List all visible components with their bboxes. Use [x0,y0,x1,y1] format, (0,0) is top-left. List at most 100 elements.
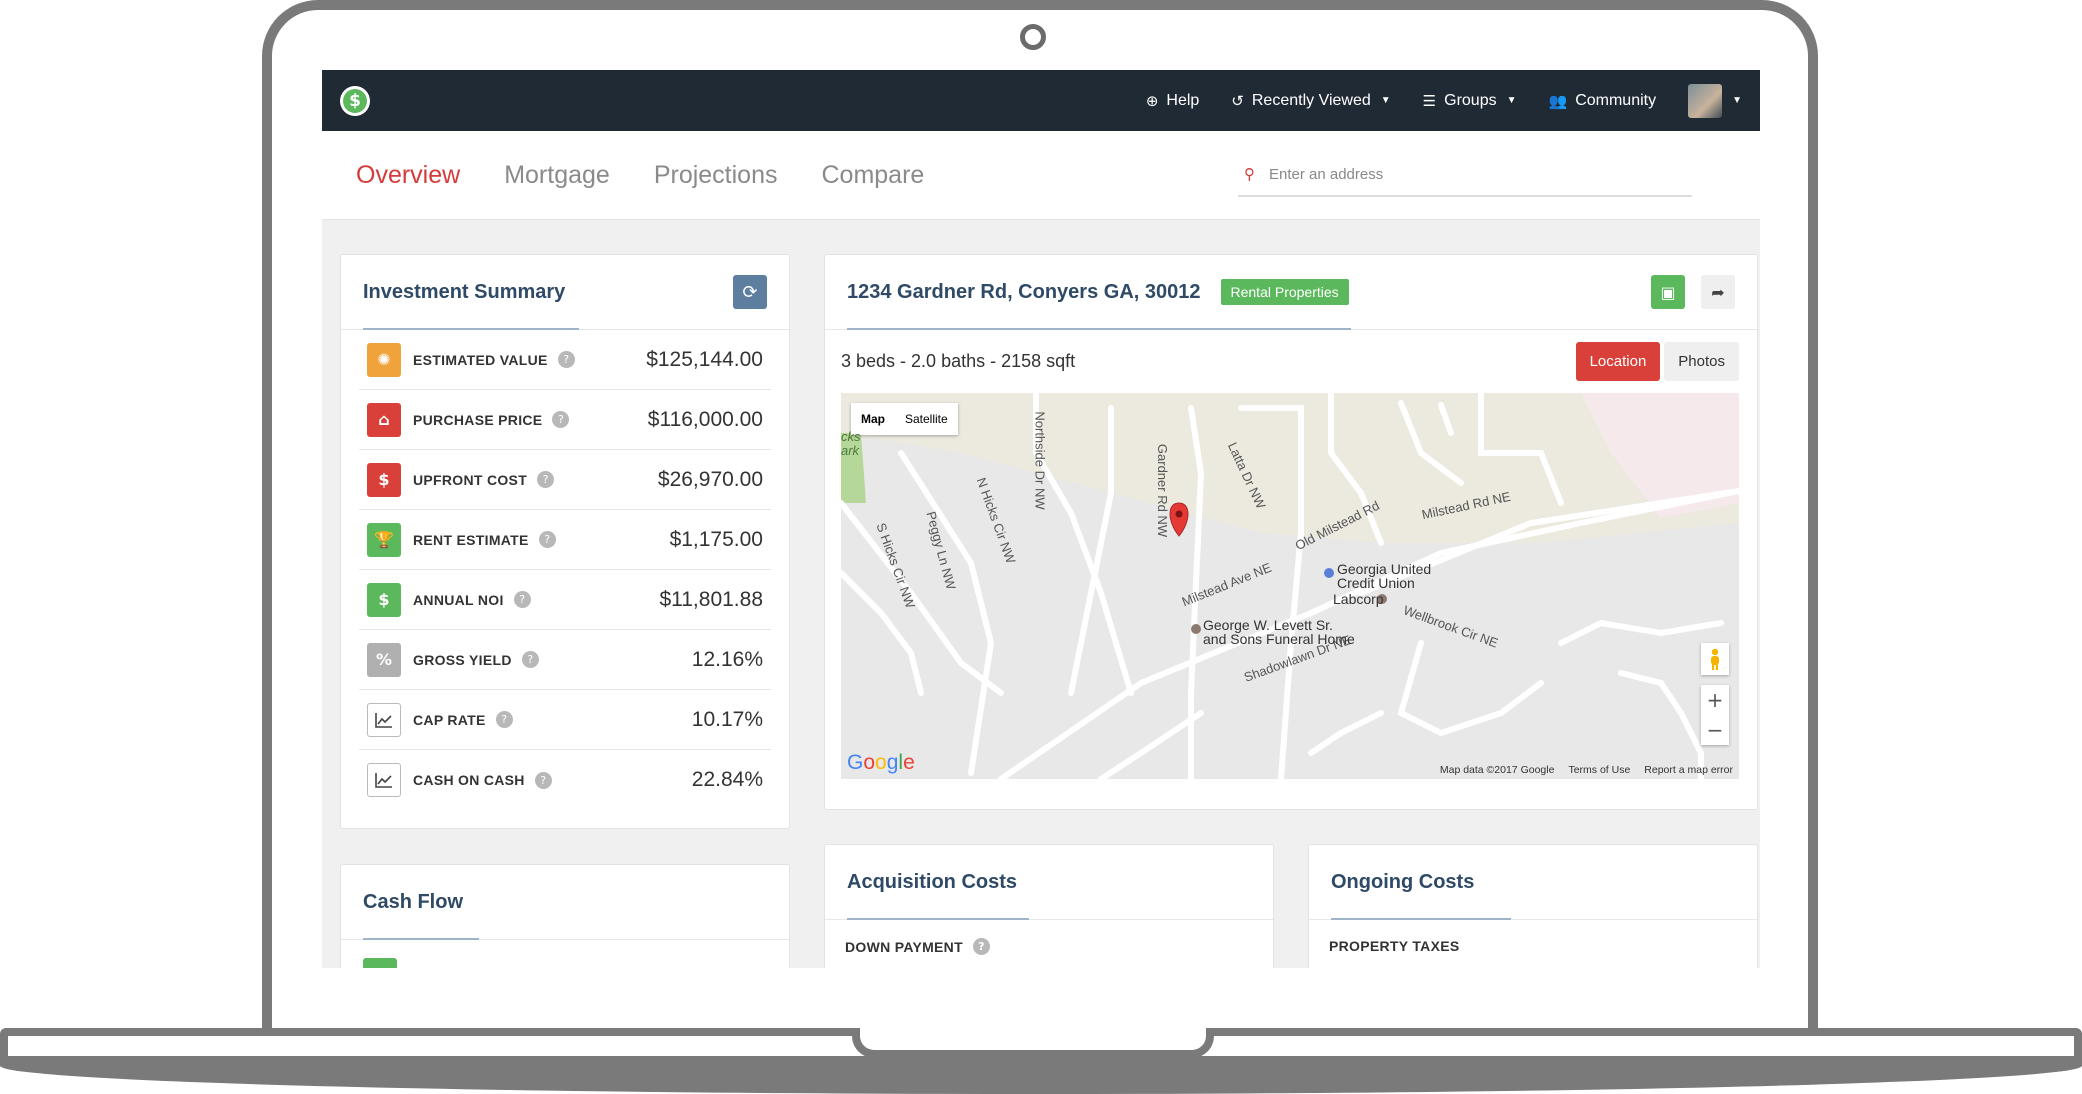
panel-title: Cash Flow [363,890,464,913]
trophy-icon: 🏆 [367,522,401,557]
refresh-button[interactable]: ⟳ [733,275,767,309]
help-icon[interactable]: ? [521,651,539,668]
location-button[interactable]: Location [1575,342,1661,381]
row-label: RENT ESTIMATE [413,531,529,548]
google-logo: Google [847,751,915,774]
zoom-control: + − [1701,685,1729,745]
laptop-notch [852,1028,1214,1058]
help-icon[interactable]: ? [534,771,552,789]
dollar-logo-icon: $ [343,88,367,113]
row-value: 10.17% [691,707,763,731]
percent-icon: % [367,642,401,677]
poi-label[interactable]: Credit Union [1337,575,1415,591]
line-chart-icon [367,763,401,797]
map-type-satellite[interactable]: Satellite [895,403,958,435]
help-icon[interactable]: ? [537,471,555,488]
nav-recently-viewed[interactable]: ↺ Recently Viewed ▼ [1231,92,1390,110]
investment-summary-panel: Investment Summary ⟳ ✺ ESTIMATED VALUE ?… [340,254,790,829]
refresh-icon: ⟳ [742,281,758,303]
laptop-base-shadow [0,1060,2082,1094]
share-button[interactable]: ➦ [1701,275,1735,309]
cost-row: DOWN PAYMENT ? [825,920,1273,968]
history-icon: ↺ [1231,91,1244,110]
poi-label[interactable]: Labcorp [1333,591,1384,607]
help-icon[interactable]: ? [552,411,570,428]
summary-row-rent-estimate: 🏆 RENT ESTIMATE ? $1,175.00 [359,510,771,570]
panel-header: Cash Flow [341,865,789,940]
row-value: $11,801.88 [659,587,763,611]
help-icon[interactable]: ? [972,938,990,955]
help-icon[interactable]: ? [513,591,531,608]
laptop-mockup: $ ⊕ Help ↺ Recently Viewed ▼ ☰ Groups ▼ [0,0,2082,1094]
search-icon: ⚲ [1244,165,1255,183]
tab-mortgage[interactable]: Mortgage [504,161,610,190]
save-icon: ▣ [1660,282,1676,302]
caret-down-icon: ▼ [1732,95,1742,106]
top-navbar: $ ⊕ Help ↺ Recently Viewed ▼ ☰ Groups ▼ [322,70,1760,131]
row-value: 22.84% [691,768,763,791]
title-underline [847,918,1029,920]
row-label: CAP RATE [413,711,486,728]
title-underline [1331,918,1511,920]
app-logo[interactable]: $ [340,85,370,116]
property-map[interactable]: Map Satellite cks ark N Hicks Cir NW Peg… [841,393,1739,779]
property-details: 3 beds - 2.0 baths - 2158 sqft [841,351,1076,371]
caret-down-icon: ▼ [1380,95,1391,106]
property-subheader: 3 beds - 2.0 baths - 2158 sqft Location … [825,330,1757,381]
property-panel: 1234 Gardner Rd, Conyers GA, 30012 Renta… [824,254,1758,810]
user-menu[interactable]: ▼ [1688,83,1742,118]
nav-help[interactable]: ⊕ Help [1146,92,1199,110]
help-icon[interactable]: ? [495,711,513,728]
map-data-credit: Map data ©2017 Google [1439,764,1555,776]
summary-row-cash-on-cash: CASH ON CASH ? 22.84% [359,750,771,810]
panel-title: Investment Summary [363,280,566,303]
nav-groups-label: Groups [1444,91,1497,109]
report-error-link[interactable]: Report a map error [1644,764,1733,776]
section-tabs: Overview Mortgage Projections Compare ⚲ [322,131,1760,220]
zoom-in-button[interactable]: + [1701,685,1729,715]
property-address: 1234 Gardner Rd, Conyers GA, 30012 [847,280,1201,303]
row-label: PROPERTY TAXES [1329,938,1460,954]
map-label: Northside Dr NW [1032,411,1048,510]
title-underline [363,328,579,330]
line-chart-icon [367,702,401,737]
address-search-input[interactable] [1269,165,1649,183]
caret-down-icon: ▼ [1506,95,1517,106]
terms-link[interactable]: Terms of Use [1568,764,1630,776]
nav-community[interactable]: 👥 Community [1549,92,1657,110]
panel-title: Ongoing Costs [1331,870,1475,893]
tab-projections[interactable]: Projections [654,161,778,190]
row-value: $1,175.00 [669,527,763,551]
summary-row-upfront-cost: $ UPFRONT COST ? $26,970.00 [359,450,771,510]
row-label: PURCHASE PRICE [413,411,543,428]
nav-recently-viewed-label: Recently Viewed [1251,91,1371,109]
cash-flow-panel: Cash Flow [340,864,790,968]
tab-overview[interactable]: Overview [356,161,460,190]
help-icon[interactable]: ? [538,531,556,548]
row-label: DOWN PAYMENT [845,938,963,955]
row-label: UPFRONT COST [413,471,528,488]
panel-title: Acquisition Costs [847,870,1018,893]
row-label: ANNUAL NOI [413,591,504,608]
zoom-out-button[interactable]: − [1701,715,1729,745]
pegman-icon[interactable] [1701,643,1729,675]
help-icon[interactable]: ? [557,351,575,368]
row-value: $125,144.00 [646,347,763,371]
row-label: CASH ON CASH [413,772,525,788]
map-label: ark [841,443,860,458]
group-badge[interactable]: Rental Properties [1220,279,1349,305]
save-button[interactable]: ▣ [1651,275,1685,309]
tab-compare[interactable]: Compare [821,161,924,190]
map-type-control: Map Satellite [851,403,958,435]
poi-label[interactable]: and Sons Funeral Home [1203,631,1355,647]
list-icon: ☰ [1422,91,1437,110]
nav-groups[interactable]: ☰ Groups ▼ [1423,92,1517,110]
title-underline [363,938,479,940]
title-underline [847,328,1351,330]
photos-button[interactable]: Photos [1664,342,1739,381]
address-search: ⚲ [1238,153,1692,197]
panel-header: Investment Summary ⟳ [341,255,789,330]
row-value: $116,000.00 [647,407,763,431]
map-attribution: Map data ©2017 Google Terms of Use Repor… [1440,764,1733,776]
panel-header: 1234 Gardner Rd, Conyers GA, 30012 Renta… [825,255,1757,330]
